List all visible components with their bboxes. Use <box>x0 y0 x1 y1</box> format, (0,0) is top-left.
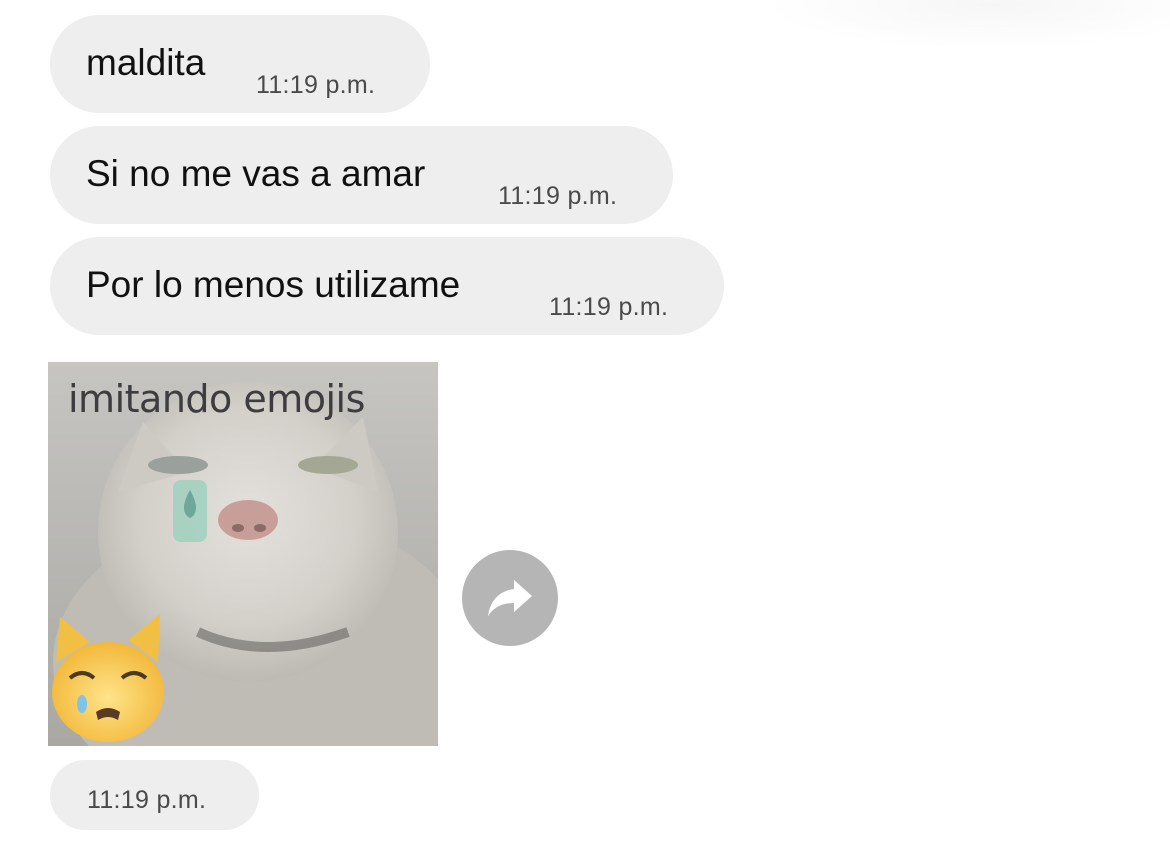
message-bubble[interactable]: Por lo menos utilizame 11:19 p.m. <box>50 237 724 335</box>
image-attachment[interactable]: imitando emojis <box>48 362 438 746</box>
media-timestamp-pill: 11:19 p.m. <box>50 760 259 830</box>
message-bubble[interactable]: maldita 11:19 p.m. <box>50 15 430 113</box>
message-text: Si no me vas a amar <box>86 153 426 194</box>
message-timestamp: 11:19 p.m. <box>498 182 618 210</box>
image-caption-text: imitando emojis <box>68 377 365 421</box>
message-timestamp: 11:19 p.m. <box>87 786 207 814</box>
message-text: maldita <box>86 42 206 83</box>
message-bubble[interactable]: Si no me vas a amar 11:19 p.m. <box>50 126 673 224</box>
message-text: Por lo menos utilizame <box>86 264 461 305</box>
message-timestamp: 11:19 p.m. <box>549 293 669 321</box>
top-overlay-shadow <box>760 0 1170 50</box>
share-arrow-icon <box>488 580 532 616</box>
message-timestamp: 11:19 p.m. <box>256 71 376 99</box>
share-button[interactable] <box>462 550 558 646</box>
